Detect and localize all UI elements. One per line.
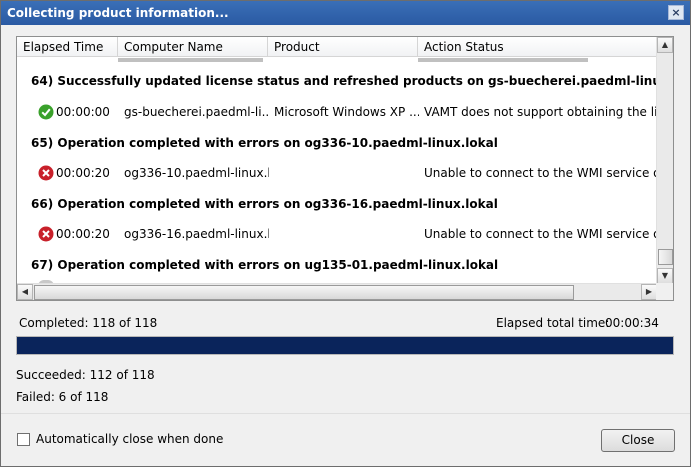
check-icon <box>38 104 54 120</box>
group-title: 65) Operation completed with errors on o… <box>31 136 498 150</box>
table-row[interactable]: 00:00:20 og336-10.paedml-linux.l... Unab… <box>17 158 657 188</box>
computer-name-cell: og336-16.paedml-linux.l... <box>124 227 269 241</box>
results-list-panel: Elapsed Time Computer Name Product Actio… <box>16 36 674 301</box>
title-bar[interactable]: Collecting product information... × <box>1 1 690 25</box>
scroll-up-icon[interactable]: ▲ <box>657 37 673 53</box>
group-title: 67) Operation completed with errors on u… <box>31 258 499 272</box>
column-header-action-status[interactable]: Action Status <box>418 37 657 56</box>
elapsed-time-cell: 00:00:20 <box>56 166 110 180</box>
dialog-window: Collecting product information... × Elap… <box>0 0 691 467</box>
scroll-left-icon[interactable]: ◀ <box>17 284 33 300</box>
scroll-right-icon[interactable]: ▶ <box>641 284 657 300</box>
horizontal-scroll-thumb[interactable] <box>34 285 574 300</box>
horizontal-scrollbar[interactable]: ◀ ▶ <box>17 283 657 300</box>
elapsed-total-value: 00:00:34 <box>605 316 659 330</box>
window-close-icon[interactable]: × <box>668 5 684 20</box>
elapsed-time-cell: 00:00:00 <box>56 105 110 119</box>
elapsed-total-label: Elapsed total time: <box>496 316 610 330</box>
dialog-footer: Automatically close when done Close <box>1 413 690 466</box>
window-title: Collecting product information... <box>7 6 229 20</box>
auto-close-checkbox[interactable] <box>17 433 30 446</box>
progress-bar-fill <box>17 337 673 354</box>
succeeded-count: Succeeded: 112 of 118 <box>16 368 155 382</box>
table-row[interactable]: 00:00:20 og336-16.paedml-linux.l... Unab… <box>17 219 657 249</box>
elapsed-time-cell: 00:00:20 <box>56 227 110 241</box>
action-status-cell: VAMT does not support obtaining the lice… <box>424 105 657 119</box>
progress-bar <box>16 336 674 355</box>
results-list[interactable]: 64) Successfully updated license status … <box>17 58 657 284</box>
computer-name-cell: og336-10.paedml-linux.l... <box>124 166 269 180</box>
close-button[interactable]: Close <box>601 429 675 452</box>
product-cell: Microsoft Windows XP ... <box>274 105 419 119</box>
scrollbar-corner <box>656 283 673 300</box>
column-header-computer-name[interactable]: Computer Name <box>118 37 268 56</box>
previous-row-fragment <box>418 58 588 62</box>
column-header-elapsed-time[interactable]: Elapsed Time <box>17 37 118 56</box>
scroll-down-icon[interactable]: ▼ <box>657 268 673 284</box>
action-status-cell: Unable to connect to the WMI service on … <box>424 166 657 180</box>
column-header-product[interactable]: Product <box>268 37 418 56</box>
vertical-scrollbar[interactable]: ▲ ▼ <box>656 37 673 284</box>
action-status-cell: Unable to connect to the WMI service on … <box>424 227 657 241</box>
group-title: 66) Operation completed with errors on o… <box>31 197 498 211</box>
table-row[interactable]: 00:00:00 gs-buecherei.paedml-li... Micro… <box>17 97 657 127</box>
failed-count: Failed: 6 of 118 <box>16 390 109 404</box>
group-title: 64) Successfully updated license status … <box>31 74 657 88</box>
computer-name-cell: gs-buecherei.paedml-li... <box>124 105 269 119</box>
completed-count: Completed: 118 of 118 <box>19 316 158 330</box>
previous-row-fragment <box>118 58 263 62</box>
error-icon <box>38 165 54 181</box>
list-header: Elapsed Time Computer Name Product Actio… <box>17 37 657 57</box>
error-icon <box>38 226 54 242</box>
vertical-scroll-thumb[interactable] <box>658 249 673 265</box>
auto-close-label[interactable]: Automatically close when done <box>36 432 223 446</box>
